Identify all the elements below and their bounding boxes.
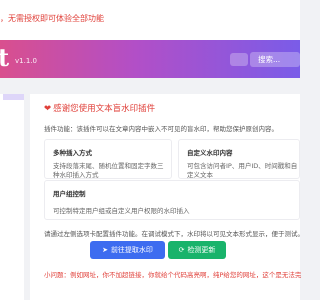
header-bar: t v1.1.0 搜索... <box>0 40 300 78</box>
welcome-card: ❤ 感谢您使用文本盲水印插件 插件功能：该插件可以在文章内容中嵌入不可见的盲水印，… <box>30 94 304 300</box>
home-button[interactable] <box>230 53 248 66</box>
search-input[interactable]: 搜索... <box>250 52 300 67</box>
feature-text: 种水印插入方式 <box>53 171 99 179</box>
feature-box-user-groups: 用户组控制 可控制特定用户组或自定义用户权限的水印插入 <box>44 180 300 220</box>
heart-icon: ❤ <box>44 104 52 114</box>
notice-banner: ，无需授权即可体验全部功能 <box>0 0 300 40</box>
card-title: ❤ 感谢您使用文本盲水印插件 <box>44 102 155 114</box>
brand-logo: t <box>0 43 10 72</box>
check-update-label: 检测更新 <box>187 246 216 254</box>
warning-text: 小问题：例如网址，你不加超链接，你就给个代码高亮啊，纯P给您的网址，这个是无法完 <box>44 271 302 279</box>
feature-title: 自定义水印内容 <box>187 149 233 157</box>
notice-text: ，无需授权即可体验全部功能 <box>0 14 104 23</box>
card-title-text: 感谢您使用文本盲水印插件 <box>53 104 156 114</box>
feature-title: 用户组控制 <box>53 190 86 198</box>
refresh-icon: ⟳ <box>178 246 185 254</box>
feature-box-custom-content: 自定义水印内容 可包含访问者IP、用户ID、时间戳和自 定义文本 <box>178 139 300 179</box>
header-spacer <box>0 78 300 94</box>
usage-hint: 请通过左侧选项卡配置插件功能。在调试模式下，水印将以可见文本形式显示，便于测试。 <box>44 230 304 238</box>
cursor-icon: ➤ <box>102 246 108 254</box>
check-update-button[interactable]: ⟳ 检测更新 <box>168 241 226 259</box>
feature-box-insert-modes: 多种插入方式 支持段落末尾、随机位置和固定字数三 种水印插入方式 <box>44 139 172 179</box>
version-label: v1.1.0 <box>15 57 37 65</box>
extract-watermark-button[interactable]: ➤ 前往提取水印 <box>90 241 165 259</box>
extract-watermark-label: 前往提取水印 <box>110 246 153 254</box>
card-description: 插件功能：该插件可以在文章内容中嵌入不可见的盲水印，帮助您保护原创内容。 <box>44 125 278 133</box>
sidebar-active-indicator <box>3 94 24 100</box>
feature-title: 多种插入方式 <box>53 149 92 157</box>
feature-text: 可控制特定用户组或自定义用户权限的水印插入 <box>53 207 190 215</box>
sidebar <box>0 94 24 300</box>
feature-text: 定义文本 <box>187 171 213 179</box>
